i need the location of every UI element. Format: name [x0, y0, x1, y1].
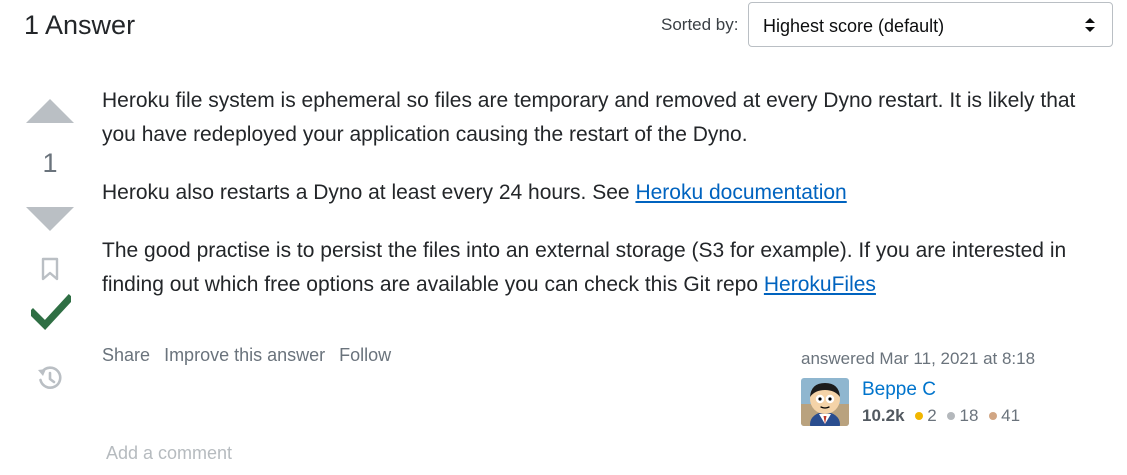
herokufiles-link[interactable]: HerokuFiles [764, 273, 876, 296]
arrow-down-icon[interactable] [26, 205, 74, 233]
answer-body: Heroku file system is ephemeral so files… [102, 84, 1092, 326]
paragraph-text: The good practise is to persist the file… [102, 239, 1067, 296]
answer-paragraph: The good practise is to persist the file… [102, 234, 1092, 302]
answered-timestamp: answered Mar 11, 2021 at 8:18 [801, 349, 1036, 368]
paragraph-text: Heroku also restarts a Dyno at least eve… [102, 181, 636, 204]
follow-link[interactable]: Follow [339, 345, 391, 365]
post-menu: Share Improve this answer Follow [102, 344, 400, 366]
heroku-documentation-link[interactable]: Heroku documentation [635, 181, 846, 204]
answers-count-heading: 1 Answer [24, 10, 136, 40]
answer-paragraph: Heroku file system is ephemeral so files… [102, 84, 1092, 152]
user-card: answered Mar 11, 2021 at 8:18 Beppe C 10… [801, 348, 1101, 426]
avatar-image [801, 378, 849, 426]
reputation-score: 10.2k [862, 406, 905, 425]
share-link[interactable]: Share [102, 345, 150, 365]
improve-answer-link[interactable]: Improve this answer [164, 345, 325, 365]
checkmark-icon [31, 294, 71, 331]
bookmark-icon[interactable] [39, 256, 61, 282]
silver-badge-icon [947, 411, 956, 420]
answer-paragraph: Heroku also restarts a Dyno at least eve… [102, 176, 1092, 210]
paragraph-text: Heroku file system is ephemeral so files… [102, 89, 1076, 146]
up-down-chevron-icon [1085, 18, 1095, 32]
gold-badges: 2 [915, 406, 937, 425]
gold-badge-icon [915, 411, 924, 420]
sort-select-value: Highest score (default) [763, 16, 945, 36]
silver-badges: 18 [947, 406, 978, 425]
bronze-badge-icon [989, 411, 998, 420]
add-comment-link[interactable]: Add a comment [106, 442, 232, 464]
silver-badge-count: 18 [959, 406, 979, 425]
bronze-badges: 41 [989, 406, 1020, 425]
bronze-badge-count: 41 [1001, 406, 1021, 425]
gold-badge-count: 2 [927, 406, 937, 425]
arrow-up-icon[interactable] [26, 97, 74, 125]
avatar[interactable] [801, 378, 849, 426]
sort-label: Sorted by: [661, 15, 739, 34]
vote-count: 1 [42, 148, 58, 178]
user-name-link[interactable]: Beppe C [862, 378, 936, 402]
history-icon[interactable] [36, 364, 64, 392]
sort-select[interactable]: Highest score (default) [748, 2, 1113, 47]
user-stats: 10.2k 2 18 41 [862, 405, 1026, 427]
